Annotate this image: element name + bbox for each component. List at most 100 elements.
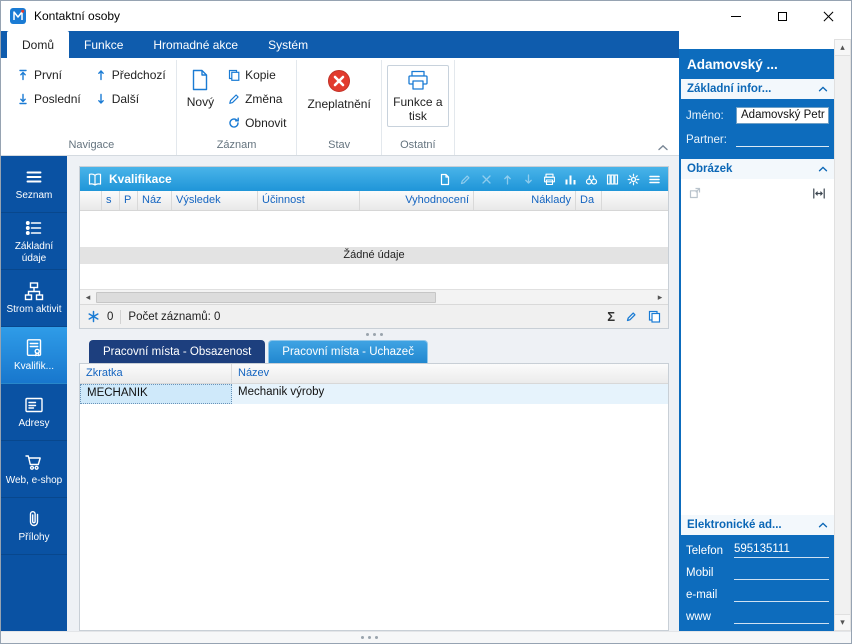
certificate-icon <box>24 338 44 358</box>
column-header-da[interactable]: Da <box>576 191 602 210</box>
ribbon-tab-system[interactable]: Systém <box>253 31 323 58</box>
copy-list-icon[interactable] <box>648 310 661 323</box>
sum-icon[interactable]: Σ <box>607 309 615 324</box>
sidebar-item-strom-aktivit[interactable]: Strom aktivit <box>1 270 67 327</box>
grid-toolbar <box>438 173 661 186</box>
www-value[interactable] <box>734 609 829 624</box>
mobile-label[interactable]: Mobil <box>686 567 734 580</box>
job-name-cell[interactable]: Mechanik výroby <box>232 384 668 404</box>
next-record-button[interactable]: Další <box>88 87 173 111</box>
qualifications-status-bar: 0 Počet záznamů: 0 Σ <box>80 304 668 328</box>
scroll-right-button[interactable]: ▸ <box>652 290 668 304</box>
copy-icon <box>228 69 240 81</box>
new-record-button[interactable]: Nový <box>180 63 221 112</box>
section-header-elektronicke-adresy[interactable]: Elektronické ad... <box>681 515 834 535</box>
mobile-value[interactable] <box>734 565 829 580</box>
bottom-resize-bar[interactable] <box>1 631 851 643</box>
sidebar-item-adresy[interactable]: Adresy <box>1 384 67 441</box>
sidebar-item-seznam[interactable]: Seznam <box>1 156 67 213</box>
minimize-button[interactable] <box>713 1 759 31</box>
move-up-icon[interactable] <box>501 173 514 186</box>
scroll-down-button[interactable]: ▾ <box>835 614 850 630</box>
sidebar-item-web-eshop[interactable]: Web, e-shop <box>1 441 67 498</box>
jobs-tab-bar: Pracovní místa - Obsazenost Pracovní mís… <box>79 340 669 363</box>
ribbon-tab-domu[interactable]: Domů <box>7 31 69 58</box>
section-header-zakladni-informace[interactable]: Základní infor... <box>681 79 834 99</box>
horizontal-scrollbar[interactable]: ◂ ▸ <box>80 289 668 304</box>
column-header-vyhodnoceni[interactable]: Vyhodnocení <box>360 191 474 210</box>
previous-record-button[interactable]: Předchozí <box>88 63 173 87</box>
ribbon-tab-funkce[interactable]: Funkce <box>69 31 138 58</box>
vertical-scrollbar[interactable]: ▴ ▾ <box>834 39 851 631</box>
tab-pracovni-mista-uchazec[interactable]: Pracovní místa - Uchazeč <box>268 340 428 363</box>
refresh-button[interactable]: Obnovit <box>221 111 293 135</box>
table-row[interactable]: MECHANIK Mechanik výroby <box>80 384 668 404</box>
fit-width-icon[interactable] <box>812 187 826 200</box>
www-label[interactable]: www <box>686 611 734 624</box>
chevron-up-icon[interactable] <box>818 522 828 528</box>
tree-icon <box>24 281 44 301</box>
new-row-icon[interactable] <box>438 173 451 186</box>
job-code-cell[interactable]: MECHANIK <box>80 384 232 404</box>
email-label[interactable]: e-mail <box>686 589 734 602</box>
scroll-left-button[interactable]: ◂ <box>80 290 96 304</box>
email-value[interactable] <box>734 587 829 602</box>
open-external-icon[interactable] <box>689 187 701 199</box>
star-count: 0 <box>107 311 113 323</box>
column-header-nazev[interactable]: Náz <box>138 191 172 210</box>
qualifications-grid-body[interactable]: Žádné údaje <box>80 211 668 289</box>
invalidate-icon <box>326 68 352 94</box>
last-record-button[interactable]: Poslední <box>10 87 88 111</box>
column-header-indicator[interactable] <box>80 191 102 210</box>
sidebar-item-kvalifikace[interactable]: Kvalifik... <box>1 327 67 384</box>
move-down-icon[interactable] <box>522 173 535 186</box>
gear-icon[interactable] <box>627 173 640 186</box>
columns-icon[interactable] <box>606 173 619 186</box>
phone-label[interactable]: Telefon <box>686 545 734 558</box>
phone-value[interactable]: 595135111 <box>734 543 829 558</box>
edit-row-icon[interactable] <box>459 173 472 186</box>
column-header-zkratka[interactable]: Zkratka <box>80 364 232 383</box>
tab-pracovni-mista-obsazenost[interactable]: Pracovní místa - Obsazenost <box>89 340 265 363</box>
partner-field[interactable] <box>736 132 829 147</box>
copy-record-button[interactable]: Kopie <box>221 63 293 87</box>
ribbon: První Poslední Předchozí Další <box>1 58 679 156</box>
printer-icon <box>406 70 430 92</box>
column-header-naklady[interactable]: Náklady <box>474 191 576 210</box>
grid-menu-icon[interactable] <box>648 173 661 186</box>
detail-panel-title: Adamovský ... <box>679 49 836 79</box>
collapse-ribbon-button[interactable] <box>657 144 669 151</box>
close-button[interactable] <box>805 1 851 31</box>
functions-print-button[interactable]: Funkce a tisk <box>387 65 449 127</box>
column-header-s[interactable]: s <box>102 191 120 210</box>
chart-icon[interactable] <box>564 173 577 186</box>
chevron-up-icon[interactable] <box>818 86 828 92</box>
ribbon-tab-hromadne-akce[interactable]: Hromadné akce <box>138 31 253 58</box>
section-header-obrazek[interactable]: Obrázek <box>681 159 834 179</box>
edit-icon[interactable] <box>625 310 638 323</box>
sidebar-item-prilohy[interactable]: Přílohy <box>1 498 67 555</box>
binoculars-icon[interactable] <box>585 173 598 186</box>
column-header-ucinnost[interactable]: Účinnost <box>258 191 360 210</box>
sidebar-item-zakladni-udaje[interactable]: Základní údaje <box>1 213 67 270</box>
refresh-label: Obnovit <box>245 116 286 130</box>
first-record-button[interactable]: První <box>10 63 88 87</box>
group-label-zaznam: Záznam <box>180 137 294 155</box>
delete-row-icon[interactable] <box>480 173 493 186</box>
print-icon[interactable] <box>543 173 556 186</box>
bottom-splitter-dots <box>361 636 378 639</box>
photo-placeholder[interactable] <box>681 179 834 515</box>
column-header-nazev[interactable]: Název <box>232 364 668 383</box>
edit-record-button[interactable]: Změna <box>221 87 293 111</box>
column-header-p[interactable]: P <box>120 191 138 210</box>
panel-splitter[interactable] <box>79 329 669 340</box>
name-field[interactable]: Adamovský Petr <box>736 107 829 124</box>
chevron-up-icon[interactable] <box>818 166 828 172</box>
maximize-button[interactable] <box>759 1 805 31</box>
invalidate-button[interactable]: Zneplatnění <box>300 63 377 114</box>
asterisk-icon <box>87 310 100 323</box>
column-header-vysledek[interactable]: Výsledek <box>172 191 258 210</box>
scrollbar-thumb[interactable] <box>96 292 436 303</box>
detail-panel: Adamovský ... Základní infor... Jméno: A… <box>679 49 836 631</box>
scroll-up-button[interactable]: ▴ <box>835 40 850 56</box>
